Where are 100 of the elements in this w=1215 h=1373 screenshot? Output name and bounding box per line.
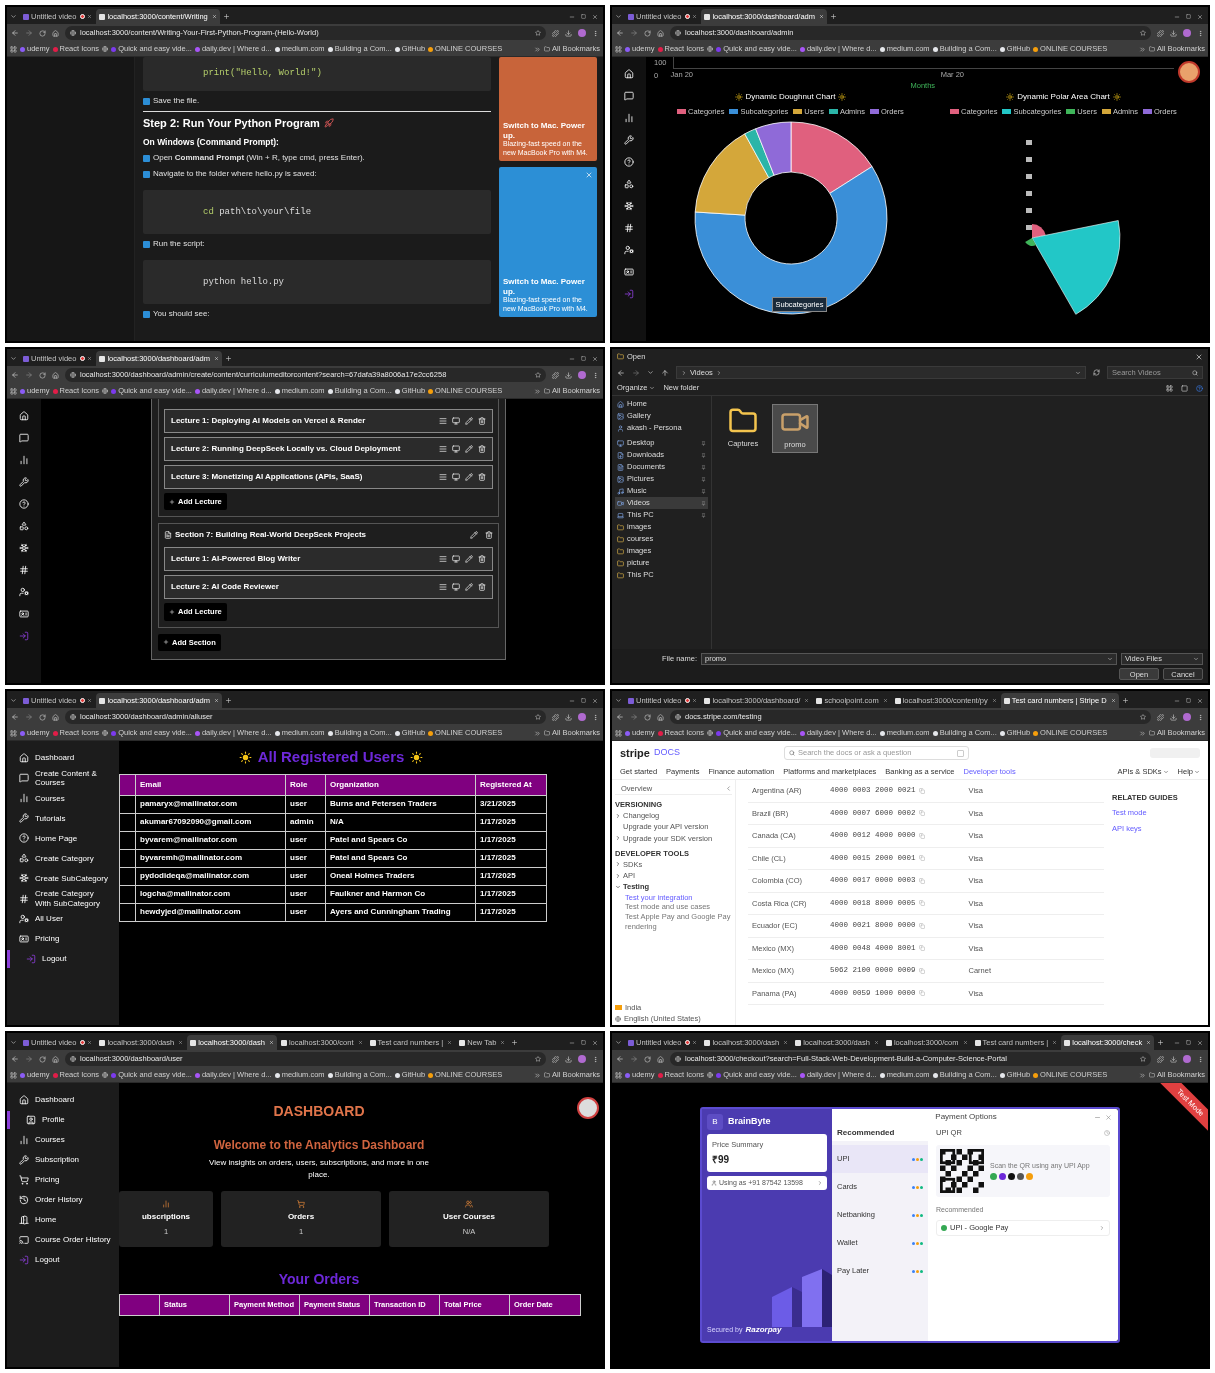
more-bookmarks-icon[interactable] — [534, 387, 542, 395]
maximize-icon[interactable] — [581, 1040, 586, 1045]
delete-icon[interactable] — [478, 445, 486, 453]
close-icon[interactable] — [214, 356, 220, 361]
forward-icon[interactable] — [630, 713, 638, 721]
tab-list-icon[interactable] — [10, 13, 17, 20]
close-icon[interactable] — [1197, 698, 1203, 704]
sidebar-item[interactable]: Create Content & Courses — [7, 769, 119, 788]
id-card-icon[interactable] — [19, 609, 29, 619]
close-icon[interactable] — [178, 1040, 184, 1045]
close-icon[interactable] — [1052, 1040, 1058, 1045]
extensions-icon[interactable] — [1157, 29, 1164, 37]
back-icon[interactable] — [11, 371, 19, 379]
download-icon[interactable] — [565, 1055, 572, 1063]
sidebar-item[interactable]: Logout — [7, 949, 119, 968]
chat-icon[interactable] — [624, 91, 634, 101]
close-icon[interactable] — [87, 14, 93, 19]
forward-icon[interactable] — [25, 713, 33, 721]
apps-icon[interactable] — [10, 387, 17, 395]
profile-avatar[interactable] — [578, 1055, 586, 1063]
sidebar-item[interactable]: Create Category With SubCategory — [7, 889, 119, 908]
reload-icon[interactable] — [39, 29, 46, 37]
chat-icon[interactable] — [19, 433, 29, 443]
sidebar-item[interactable]: Dashboard — [7, 749, 119, 767]
edit-icon[interactable] — [465, 417, 473, 425]
view-icon[interactable] — [1166, 384, 1173, 392]
profile-avatar[interactable] — [578, 713, 586, 721]
back-icon[interactable] — [617, 368, 625, 377]
user-cog-icon[interactable] — [19, 587, 29, 597]
forward-icon[interactable] — [630, 1055, 638, 1063]
preview-pane-icon[interactable] — [1181, 384, 1188, 392]
monitor-icon[interactable] — [452, 445, 460, 453]
globe-icon[interactable] — [102, 46, 109, 52]
extensions-icon[interactable] — [552, 371, 559, 379]
download-icon[interactable] — [1170, 29, 1177, 37]
list-icon[interactable] — [439, 445, 447, 453]
forward-icon[interactable] — [632, 368, 640, 377]
close-icon[interactable] — [87, 1040, 93, 1045]
reload-icon[interactable] — [644, 29, 651, 37]
apps-icon[interactable] — [10, 1071, 17, 1079]
profile-avatar[interactable] — [1183, 1055, 1191, 1063]
delete-icon[interactable] — [478, 583, 486, 592]
reload-icon[interactable] — [644, 713, 651, 721]
more-bookmarks-icon[interactable] — [1139, 1071, 1147, 1079]
close-icon[interactable] — [87, 698, 93, 703]
sidebar-item[interactable]: Subscription — [7, 1151, 119, 1169]
more-bookmarks-icon[interactable] — [534, 45, 542, 53]
forward-icon[interactable] — [25, 29, 33, 37]
edit-icon[interactable] — [465, 473, 473, 481]
delete-icon[interactable] — [478, 473, 486, 481]
reload-icon[interactable] — [39, 1055, 46, 1063]
sidebar-item[interactable]: Tutorials — [7, 809, 119, 828]
close-icon[interactable] — [819, 14, 825, 19]
profile-avatar[interactable] — [1183, 713, 1191, 721]
extensions-icon[interactable] — [1157, 713, 1164, 721]
list-icon[interactable] — [439, 473, 447, 481]
avatar[interactable] — [577, 1097, 599, 1119]
more-bookmarks-icon[interactable] — [534, 729, 542, 737]
new-tab-icon[interactable] — [225, 355, 233, 362]
maximize-icon[interactable] — [1186, 14, 1191, 19]
close-icon[interactable] — [500, 1040, 506, 1045]
new-tab-icon[interactable] — [511, 1039, 519, 1046]
reload-icon[interactable] — [39, 371, 46, 379]
login-icon[interactable] — [19, 631, 29, 641]
sidebar-item[interactable]: All User — [7, 909, 119, 928]
globe-icon[interactable] — [102, 388, 109, 394]
extensions-icon[interactable] — [552, 713, 559, 721]
download-icon[interactable] — [565, 29, 572, 37]
sidebar-item[interactable]: Home — [7, 1211, 119, 1229]
back-icon[interactable] — [11, 29, 19, 37]
close-icon[interactable] — [592, 698, 598, 704]
tab-list-icon[interactable] — [615, 13, 622, 20]
globe-icon[interactable] — [707, 46, 714, 52]
login-icon[interactable] — [624, 289, 634, 299]
new-tab-icon[interactable] — [225, 697, 233, 704]
sidebar-item[interactable]: Profile — [7, 1111, 119, 1129]
extensions-icon[interactable] — [552, 29, 559, 37]
maximize-icon[interactable] — [581, 14, 586, 19]
extensions-icon[interactable] — [1157, 1055, 1164, 1063]
sidebar-item[interactable]: Dashboard — [7, 1091, 119, 1109]
tab-list-icon[interactable] — [10, 697, 17, 704]
id-card-icon[interactable] — [624, 267, 634, 277]
sidebar-item[interactable]: Order History — [7, 1191, 119, 1209]
new-tab-icon[interactable] — [1157, 1039, 1165, 1046]
back-icon[interactable] — [616, 29, 624, 37]
profile-avatar[interactable] — [578, 371, 586, 379]
wrench-icon[interactable] — [19, 477, 29, 487]
sidebar-item[interactable]: Courses — [7, 1131, 119, 1149]
edit-icon[interactable] — [465, 445, 473, 453]
close-icon[interactable] — [87, 356, 93, 361]
close-icon[interactable] — [1197, 14, 1203, 20]
profile-avatar[interactable] — [578, 29, 586, 37]
new-tab-icon[interactable] — [830, 13, 838, 20]
maximize-icon[interactable] — [1186, 1040, 1191, 1045]
close-icon[interactable] — [1197, 1040, 1203, 1046]
close-icon[interactable] — [592, 356, 598, 362]
close-icon[interactable] — [357, 1040, 363, 1045]
download-icon[interactable] — [1170, 713, 1177, 721]
profile-avatar[interactable] — [1183, 29, 1191, 37]
delete-icon[interactable] — [478, 555, 486, 564]
